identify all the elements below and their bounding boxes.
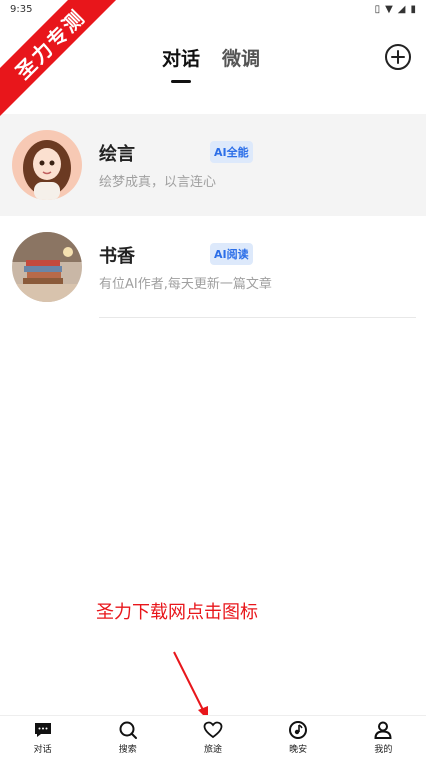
battery-icon: ▮ [410, 3, 416, 15]
person-icon [374, 721, 392, 739]
chat-description: 绘梦成真，以言连心 [99, 175, 217, 190]
arrow-icon [173, 651, 208, 720]
nav-goodnight[interactable]: 晚安 [268, 720, 328, 755]
nav-label: 搜索 [118, 745, 137, 755]
tab-finetune[interactable]: 微调 [222, 44, 260, 71]
chat-item-huiyan[interactable]: 绘言 AI全能 绘梦成真，以言连心 [0, 114, 426, 216]
girl-avatar-icon [12, 130, 82, 200]
chat-icon [34, 723, 51, 737]
nav-chat[interactable]: 对话 [13, 720, 73, 755]
plus-icon [391, 50, 405, 64]
chat-name: 绘言 [99, 144, 135, 165]
books-avatar-icon [12, 232, 82, 302]
bottom-nav: 对话 搜索 旅途 晚安 我的 [0, 715, 426, 759]
nav-search[interactable]: 搜索 [98, 720, 158, 755]
chat-list: 绘言 AI全能 绘梦成真，以言连心 书香 AI阅读 有位AI作者,每天更新一篇文… [0, 114, 426, 318]
chat-badge: AI阅读 [210, 243, 253, 265]
tab-chat[interactable]: 对话 [162, 44, 200, 83]
avatar [12, 130, 82, 200]
nav-label: 旅途 [203, 745, 222, 755]
status-time: 9:35 [10, 3, 33, 15]
nav-profile[interactable]: 我的 [353, 720, 413, 755]
heart-icon [203, 721, 223, 739]
chat-description: 有位AI作者,每天更新一篇文章 [99, 277, 272, 292]
chat-item-shuxiang[interactable]: 书香 AI阅读 有位AI作者,每天更新一篇文章 [0, 216, 426, 318]
avatar [12, 232, 82, 302]
search-icon [119, 721, 137, 739]
vibrate-icon: ▯ [374, 3, 381, 15]
status-icons: ▯ ▼ ◢ ▮ [375, 4, 416, 15]
nav-journey[interactable]: 旅途 [183, 720, 243, 755]
chat-badge: AI全能 [210, 141, 253, 163]
add-button[interactable] [385, 44, 411, 70]
nav-label: 我的 [374, 745, 393, 755]
nav-label: 晚安 [289, 745, 308, 755]
wifi-icon: ▼ [385, 3, 393, 15]
signal-icon: ◢ [397, 3, 406, 15]
promo-annotation: 圣力下载网点击图标 [96, 602, 258, 623]
chat-name: 书香 [99, 246, 135, 267]
nav-label: 对话 [33, 745, 52, 755]
tab-bar: 对话 微调 [162, 44, 260, 83]
divider [99, 317, 416, 318]
moon-music-icon [289, 721, 308, 739]
